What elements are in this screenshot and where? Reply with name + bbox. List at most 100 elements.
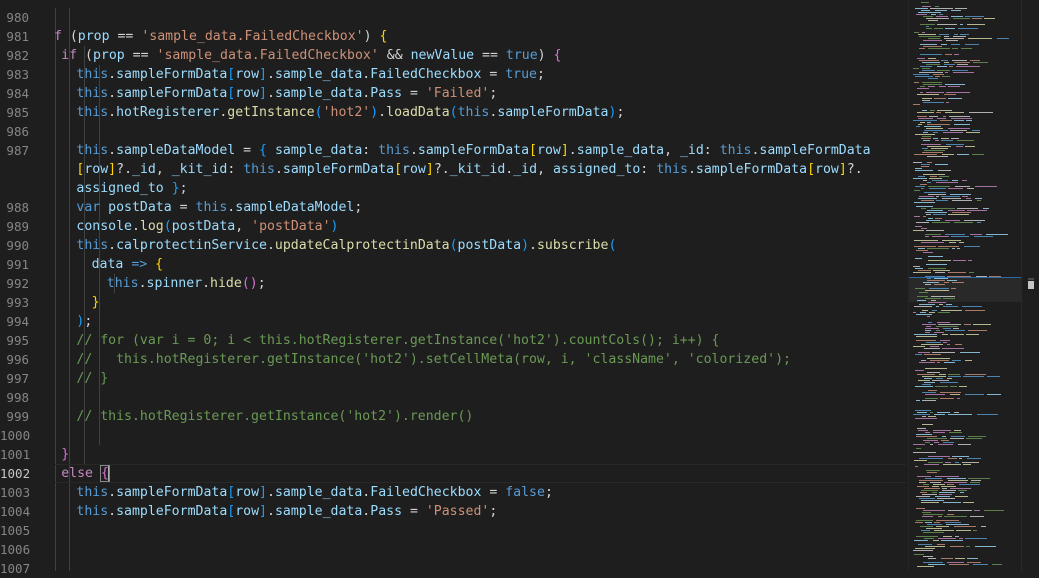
minimap-text-stroke (922, 512, 931, 513)
code-token: subscribe (536, 238, 609, 253)
code-line[interactable]: this.sampleDataModel = { sample_data: th… (76, 141, 870, 160)
code-line[interactable]: assigned_to }; (76, 179, 187, 198)
code-token: sampleDataModel (116, 143, 236, 158)
minimap-text-stroke (936, 196, 939, 197)
code-token: ( (314, 105, 323, 120)
minimap-text-stroke (940, 340, 950, 341)
minimap-text-stroke (945, 234, 965, 235)
code-line[interactable]: // this.hotRegisterer.getInstance('hot2'… (76, 407, 473, 426)
code-line[interactable]: } (92, 293, 100, 312)
code-token: newValue (410, 48, 475, 63)
minimap-text-stroke (921, 2, 929, 3)
minimap[interactable] (908, 0, 1022, 571)
code-token: this (457, 105, 490, 120)
minimap-text-stroke (953, 18, 970, 19)
minimap-text-stroke (949, 66, 953, 67)
code-token: . (108, 238, 117, 253)
minimap-text-stroke (942, 154, 954, 155)
code-line[interactable]: this.calprotectinService.updateCalprotec… (76, 236, 616, 255)
minimap-text-stroke (926, 264, 947, 265)
minimap-text-stroke (971, 480, 981, 481)
code-line[interactable]: this.spinner.hide(); (107, 274, 266, 293)
minimap-text-stroke (926, 18, 949, 19)
code-line[interactable]: } (61, 445, 69, 464)
minimap-text-stroke (957, 398, 960, 399)
minimap-text-stroke (958, 28, 978, 29)
code-token: else (61, 466, 93, 481)
code-token: sampleFormData (417, 143, 530, 158)
minimap-text-stroke (955, 558, 965, 559)
minimap-text-stroke (945, 84, 965, 85)
minimap-text-stroke (927, 210, 943, 211)
minimap-text-stroke (933, 270, 950, 271)
line-number: 980 (6, 10, 29, 25)
code-line[interactable]: this.hotRegisterer.getInstance('hot2').l… (76, 103, 624, 122)
minimap-text-stroke (927, 146, 951, 147)
minimap-text-stroke (927, 182, 931, 183)
minimap-text-stroke (926, 28, 932, 29)
minimap-text-stroke (937, 70, 950, 71)
minimap-text-stroke (955, 462, 959, 463)
code-line[interactable]: data => { (92, 255, 164, 274)
minimap-text-stroke (939, 86, 946, 87)
minimap-text-stroke (914, 190, 920, 191)
minimap-text-stroke (937, 24, 957, 25)
minimap-text-stroke (964, 220, 985, 221)
minimap-text-stroke (948, 98, 962, 99)
code-area[interactable]: if (prop == 'sample_data.FailedCheckbox'… (55, 0, 906, 571)
minimap-text-stroke (929, 178, 942, 179)
minimap-text-stroke (950, 334, 964, 335)
text-cursor (107, 465, 110, 481)
minimap-text-stroke (959, 538, 963, 539)
code-token: . (378, 105, 387, 120)
minimap-text-stroke (957, 154, 969, 155)
minimap-text-stroke (917, 94, 939, 95)
code-line[interactable]: // } (76, 369, 108, 388)
minimap-text-stroke (913, 550, 933, 551)
minimap-text-stroke (948, 272, 966, 273)
minimap-text-stroke (964, 324, 971, 325)
code-line[interactable]: console.log(postData, 'postData') (76, 217, 338, 236)
code-line[interactable]: if (prop == 'sample_data.FailedCheckbox'… (55, 27, 387, 46)
minimap-text-stroke (984, 18, 995, 19)
code-line[interactable]: this.sampleFormData[row].sample_data.Pas… (76, 502, 497, 521)
minimap-text-stroke (914, 306, 932, 307)
minimap-text-stroke (938, 444, 953, 445)
minimap-text-stroke (913, 162, 922, 163)
minimap-text-stroke (915, 410, 931, 411)
code-line[interactable]: this.sampleFormData[row].sample_data.Pas… (76, 84, 497, 103)
minimap-text-stroke (973, 324, 991, 325)
minimap-text-stroke (945, 54, 952, 55)
minimap-text-stroke (928, 390, 937, 391)
code-line[interactable]: // for (var i = 0; i < this.hotRegistere… (76, 331, 719, 350)
vertical-scrollbar[interactable] (1021, 0, 1039, 571)
minimap-text-stroke (954, 124, 970, 125)
code-line[interactable]: this.sampleFormData[row].sample_data.Fai… (76, 483, 553, 502)
minimap-text-stroke (929, 312, 935, 313)
code-line[interactable]: else { (61, 464, 110, 483)
minimap-text-stroke (924, 126, 941, 127)
code-token: sampleFormData (116, 86, 228, 101)
minimap-text-stroke (915, 226, 922, 227)
minimap-text-stroke (933, 132, 938, 133)
minimap-text-stroke (924, 488, 940, 489)
minimap-text-stroke (917, 486, 929, 487)
minimap-text-stroke (950, 488, 971, 489)
code-token: sampleFormData (116, 485, 228, 500)
code-line[interactable]: [row]?._id, _kit_id: this.sampleFormData… (76, 160, 862, 179)
code-line[interactable]: if (prop == 'sample_data.FailedCheckbox'… (61, 46, 561, 65)
minimap-text-stroke (947, 344, 950, 345)
code-line[interactable]: ); (76, 312, 92, 331)
minimap-text-stroke (925, 330, 931, 331)
code-line[interactable]: // this.hotRegisterer.getInstance('hot2'… (76, 350, 791, 369)
code-line[interactable]: var postData = this.sampleDataModel; (76, 198, 362, 217)
minimap-text-stroke (934, 98, 946, 99)
minimap-text-stroke (919, 48, 925, 49)
minimap-text-stroke (944, 62, 949, 63)
minimap-text-stroke (915, 288, 925, 289)
minimap-text-stroke (913, 414, 930, 415)
code-editor[interactable]: 980 981 982 983 984 985 986 987 988 989 990 991 992 9… (0, 0, 1039, 576)
minimap-text-stroke (926, 230, 944, 231)
code-token: _kit_id (449, 162, 506, 177)
code-line[interactable]: this.sampleFormData[row].sample_data.Fai… (76, 65, 545, 84)
